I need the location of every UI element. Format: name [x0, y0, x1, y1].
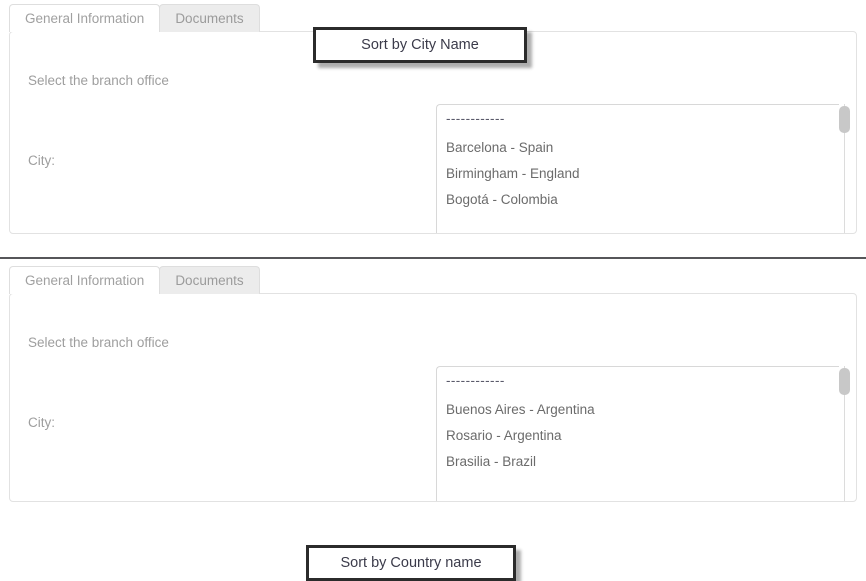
section-divider: [0, 257, 866, 259]
city-listbox-scrollbar[interactable]: [839, 104, 852, 233]
tab-general-information[interactable]: General Information: [9, 4, 161, 32]
tab-documents[interactable]: Documents: [159, 266, 260, 294]
branch-office-form-capture-2: General Information Documents Select the…: [0, 262, 866, 581]
list-item[interactable]: Rosario - Argentina: [437, 423, 839, 449]
annotation-callout-sort-by-country: Sort by Country name: [306, 545, 516, 581]
branch-office-form-capture-1: General Information Documents Select the…: [0, 0, 866, 257]
list-item-separator[interactable]: ------------: [437, 112, 839, 135]
scrollbar-thumb[interactable]: [839, 368, 850, 395]
list-item[interactable]: Barcelona - Spain: [437, 135, 839, 161]
list-item[interactable]: Buenos Aires - Argentina: [437, 397, 839, 423]
city-field-label: City:: [28, 153, 55, 168]
list-item[interactable]: Brasilia - Brazil: [437, 449, 839, 475]
city-listbox-scrollbar[interactable]: [839, 366, 852, 501]
tab-bar: General Information Documents: [9, 3, 260, 32]
list-item[interactable]: Birmingham - England: [437, 161, 839, 187]
city-field-label: City:: [28, 415, 55, 430]
tab-documents[interactable]: Documents: [159, 4, 260, 32]
city-listbox[interactable]: ------------ Buenos Aires - Argentina Ro…: [436, 366, 839, 501]
list-item[interactable]: Bogotá - Colombia: [437, 187, 839, 213]
tab-panel-body: Select the branch office City: ---------…: [9, 293, 857, 502]
tab-bar: General Information Documents: [9, 265, 260, 294]
branch-office-instruction: Select the branch office: [28, 73, 169, 88]
annotation-callout-sort-by-city: Sort by City Name: [313, 27, 527, 63]
branch-office-instruction: Select the branch office: [28, 335, 169, 350]
scrollbar-thumb[interactable]: [839, 106, 850, 133]
tab-general-information[interactable]: General Information: [9, 266, 161, 294]
list-item-separator[interactable]: ------------: [437, 374, 839, 397]
city-listbox[interactable]: ------------ Barcelona - Spain Birmingha…: [436, 104, 839, 233]
